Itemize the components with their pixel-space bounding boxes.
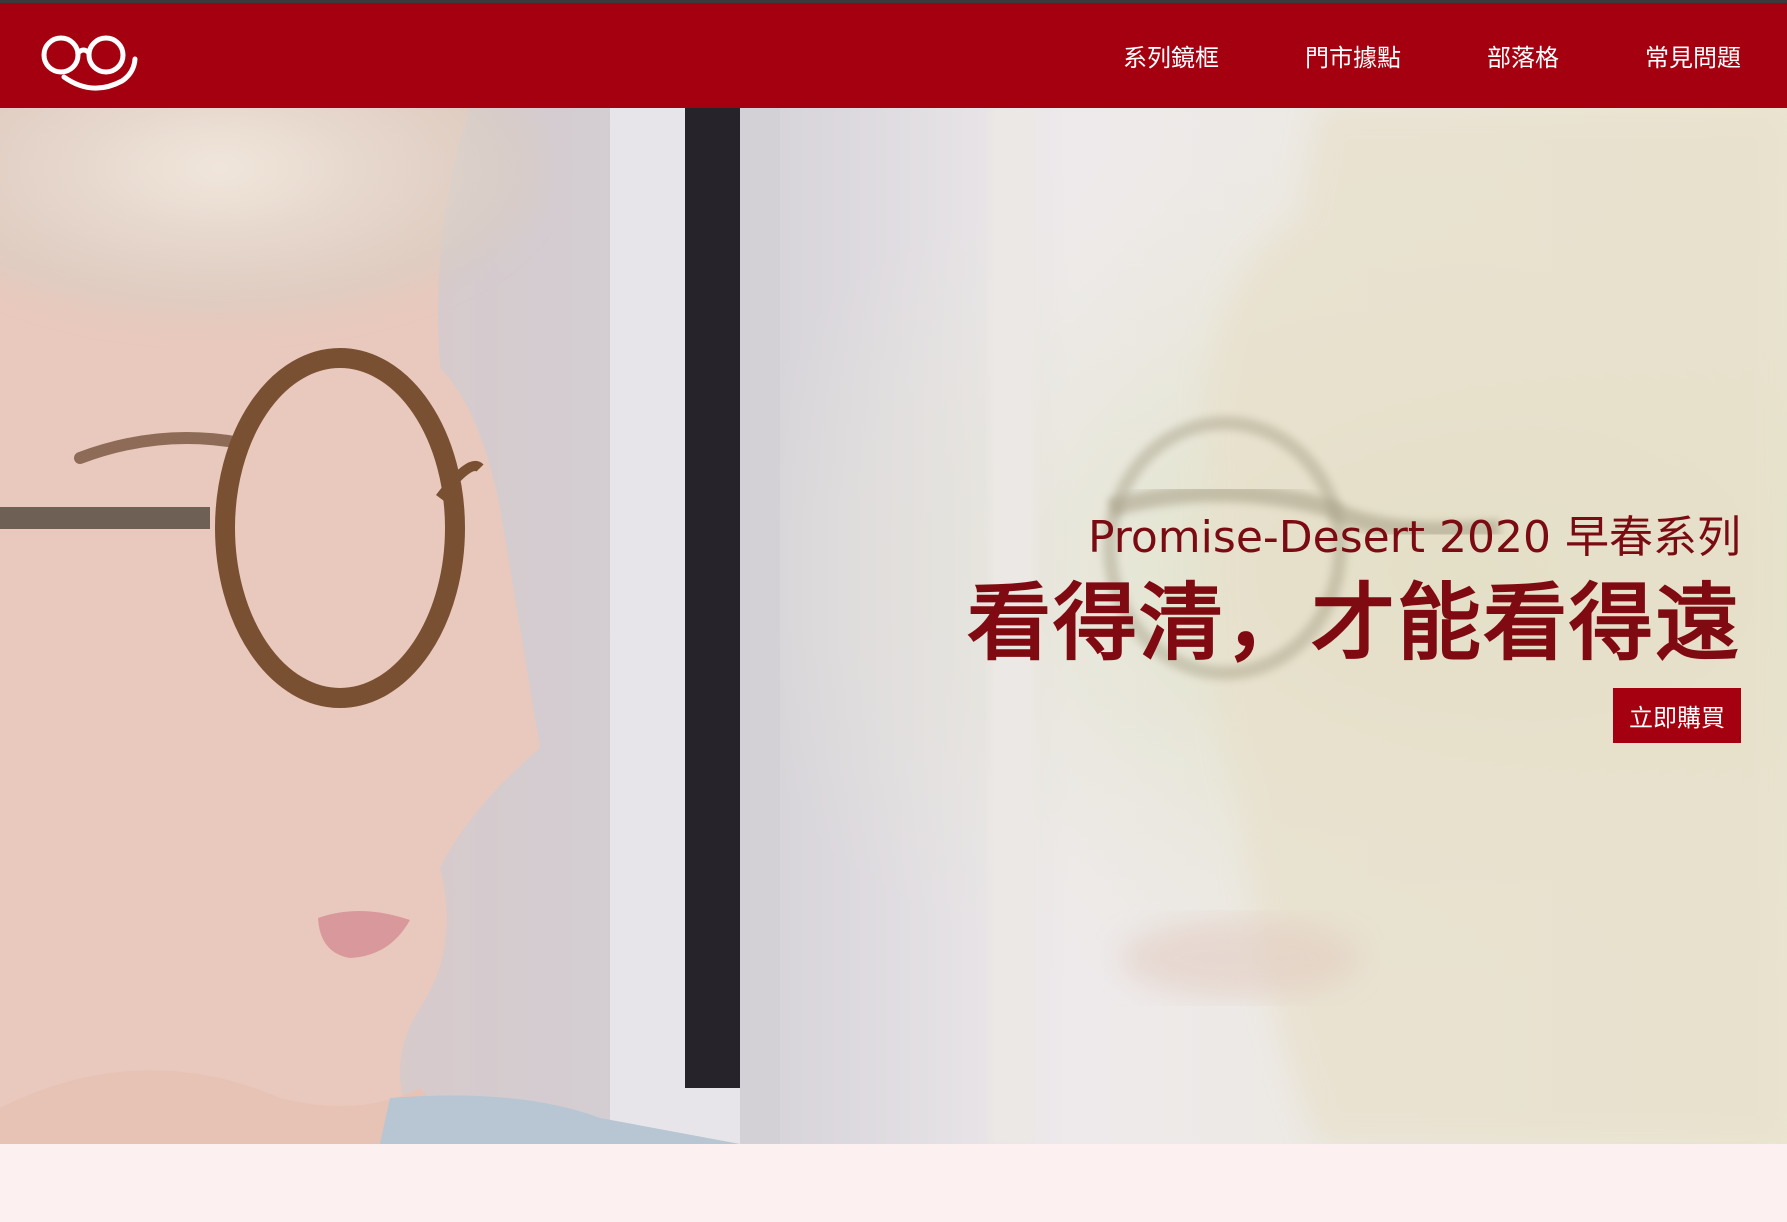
nav-item-blog[interactable]: 部落格	[1487, 38, 1559, 73]
hero-title: 看得清，才能看得遠	[966, 574, 1741, 672]
page-content-area	[0, 1144, 1787, 1222]
hero-banner: Promise-Desert 2020 早春系列 看得清，才能看得遠 立即購買	[0, 108, 1787, 1144]
hero-text-block: Promise-Desert 2020 早春系列 看得清，才能看得遠 立即購買	[967, 508, 1741, 743]
main-nav: 系列鏡框 門市據點 部落格 常見問題	[1037, 38, 1741, 73]
hero-subtitle: Promise-Desert 2020 早春系列	[1088, 512, 1741, 563]
nav-item-faq[interactable]: 常見問題	[1645, 38, 1741, 73]
navbar: 系列鏡框 門市據點 部落格 常見問題	[0, 3, 1787, 108]
nav-item-stores[interactable]: 門市據點	[1305, 38, 1401, 73]
buy-now-button[interactable]: 立即購買	[1613, 688, 1741, 743]
nav-item-frames[interactable]: 系列鏡框	[1123, 38, 1219, 73]
logo-link[interactable]	[0, 11, 142, 101]
glasses-smile-logo-icon	[41, 35, 138, 91]
